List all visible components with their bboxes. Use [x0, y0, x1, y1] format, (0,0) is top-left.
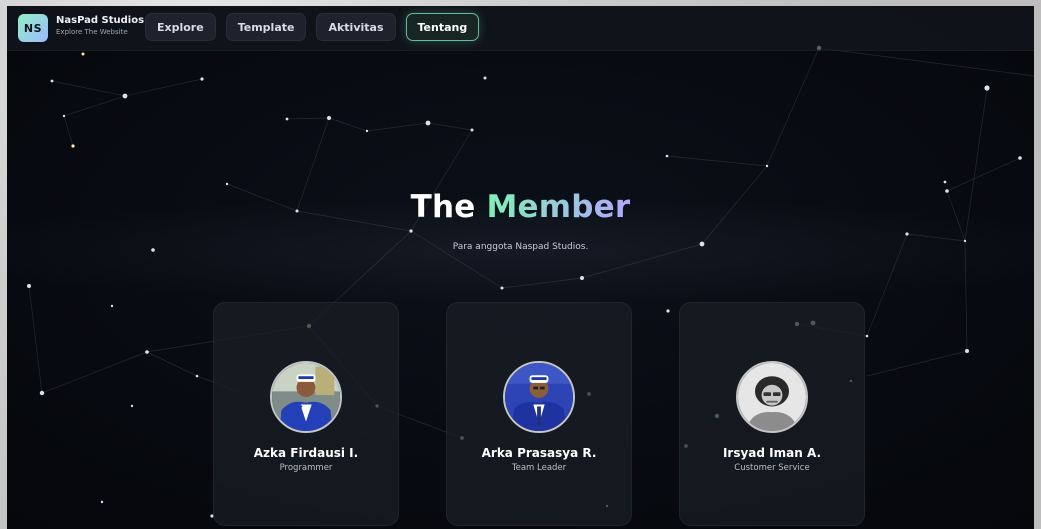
nav-tabs: Explore Template Aktivitas Tentang — [145, 13, 480, 41]
member-role: Customer Service — [734, 463, 810, 473]
member-photo-icon — [738, 363, 806, 431]
page-title-part2: Member — [486, 189, 631, 225]
avatar — [736, 361, 808, 433]
brand-title: NasPad Studios — [56, 15, 145, 26]
tab-template[interactable]: Template — [225, 13, 307, 41]
brand-block[interactable]: NasPad Studios Explore The Website — [56, 15, 145, 36]
member-photo-icon — [272, 363, 340, 431]
member-photo-icon — [505, 363, 573, 431]
page-title-part1: The — [410, 189, 476, 225]
member-card[interactable]: Azka Firdausi I. Programmer — [213, 302, 399, 526]
member-name: Irsyad Iman A. — [722, 446, 822, 460]
brand-subtitle: Explore The Website — [56, 27, 128, 36]
page-title: The Member — [7, 189, 1034, 225]
member-cards: Azka Firdausi I. Programmer Arka Prasasy… — [213, 302, 865, 526]
brand-logo[interactable]: NS — [18, 14, 48, 42]
tab-explore[interactable]: Explore — [145, 13, 216, 41]
member-role: Team Leader — [511, 463, 567, 473]
member-card[interactable]: Irsyad Iman A. Customer Service — [679, 302, 865, 526]
avatar — [270, 361, 342, 433]
avatar — [503, 361, 575, 433]
page-subtitle: Para anggota Naspad Studios. — [452, 242, 589, 252]
member-name: Arka Prasasya R. — [481, 446, 597, 460]
page-screen: NS NasPad Studios Explore The Website Ex… — [7, 6, 1034, 529]
tab-aktivitas[interactable]: Aktivitas — [316, 13, 396, 41]
member-card[interactable]: Arka Prasasya R. Team Leader — [446, 302, 632, 526]
top-navbar: NS NasPad Studios Explore The Website Ex… — [7, 6, 1034, 51]
member-role: Programmer — [279, 463, 333, 473]
member-name: Azka Firdausi I. — [253, 446, 359, 460]
tab-tentang[interactable]: Tentang — [405, 13, 480, 41]
